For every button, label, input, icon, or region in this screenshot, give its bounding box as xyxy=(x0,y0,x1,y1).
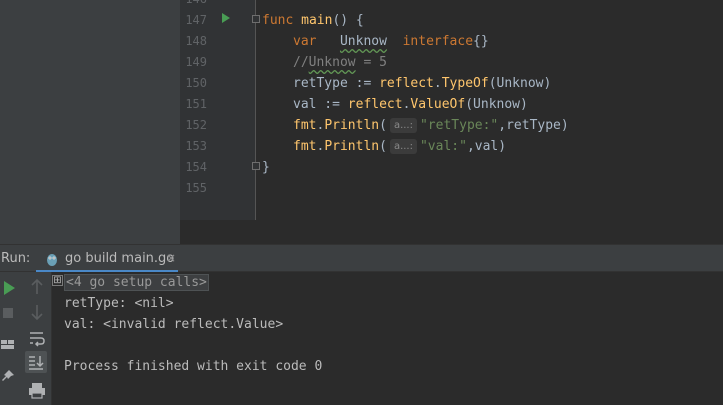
close-tab-icon[interactable]: × xyxy=(166,251,176,265)
code-token: . xyxy=(433,76,442,91)
code-line-148[interactable]: var Unknow interface{} xyxy=(293,31,489,52)
fold-marker-icon[interactable] xyxy=(252,162,260,170)
line-number: 150 xyxy=(185,76,207,90)
code-token: = 5 xyxy=(355,55,387,70)
arrow-up-icon[interactable] xyxy=(27,277,47,297)
soft-wrap-icon[interactable] xyxy=(27,328,47,348)
line-number: 146 xyxy=(180,0,207,10)
editor-scroll-area xyxy=(180,220,723,244)
line-number: 153 xyxy=(185,139,207,153)
code-line-151[interactable]: val := reflect.ValueOf(Unknow) xyxy=(293,94,528,115)
gutter-divider xyxy=(255,0,256,220)
run-toolbar xyxy=(0,272,20,405)
code-token: interface xyxy=(402,34,474,49)
code-token: (Unknow) xyxy=(465,97,528,112)
console-line: <4 go setup calls> xyxy=(64,272,209,293)
code-token: "val:" xyxy=(419,139,467,154)
console-line: val: <invalid reflect.Value> xyxy=(64,317,284,332)
console-toolbar xyxy=(20,272,52,405)
code-token: TypeOf xyxy=(441,76,489,91)
code-token: ,val) xyxy=(466,139,507,154)
run-gutter-icon[interactable] xyxy=(222,13,230,23)
code-token: ( xyxy=(379,139,387,154)
console-line: Process finished with exit code 0 xyxy=(64,359,323,374)
code-token: fmt xyxy=(293,118,317,133)
pin-icon[interactable] xyxy=(0,367,20,387)
line-number: 149 xyxy=(185,55,207,69)
line-number: 154 xyxy=(185,160,207,174)
code-token: var xyxy=(293,34,317,49)
code-token: Println xyxy=(324,118,380,133)
scroll-to-end-icon[interactable] xyxy=(26,352,46,372)
run-tab-title: go build main.go xyxy=(65,251,175,266)
code-line-149[interactable]: //Unknow = 5 xyxy=(293,52,387,73)
console-line: retType: <nil> xyxy=(64,296,174,311)
arrow-down-icon[interactable] xyxy=(27,302,47,322)
code-token: Println xyxy=(324,139,380,154)
gopher-icon xyxy=(47,254,57,266)
run-window-header: Run: go build main.go × xyxy=(0,244,723,273)
layout-icon[interactable] xyxy=(0,334,20,354)
project-panel xyxy=(0,0,180,244)
code-token: () { xyxy=(332,13,364,28)
play-icon[interactable] xyxy=(0,278,20,298)
code-line-153[interactable]: fmt.Println(a...: "val:",val) xyxy=(293,136,506,157)
code-token: main xyxy=(301,13,333,28)
code-token: } xyxy=(262,160,270,175)
code-token: ,retType) xyxy=(498,118,569,133)
code-token: Unknow xyxy=(339,34,387,49)
line-number: 148 xyxy=(185,34,207,48)
folded-setup-calls[interactable]: <4 go setup calls> xyxy=(64,274,209,291)
code-token: ( xyxy=(379,118,387,133)
code-token: val := xyxy=(293,97,348,112)
parameter-hint: a...: xyxy=(389,118,417,133)
code-token: {} xyxy=(473,34,489,49)
code-token: func xyxy=(262,13,294,28)
expand-folded-icon[interactable]: ⊞ xyxy=(52,275,63,286)
code-token: Unknow xyxy=(308,55,356,70)
code-line-154[interactable]: } xyxy=(262,157,270,178)
stop-icon[interactable] xyxy=(0,303,20,323)
line-number: 147 xyxy=(185,13,207,27)
code-token: (Unknow) xyxy=(488,76,552,91)
print-icon[interactable] xyxy=(27,380,47,400)
line-number: 155 xyxy=(185,181,207,195)
line-number: 151 xyxy=(185,97,207,111)
code-token: reflect xyxy=(379,76,434,91)
code-line-150[interactable]: retType := reflect.TypeOf(Unknow) xyxy=(293,73,551,94)
code-token: "retType:" xyxy=(419,118,499,133)
code-token: reflect xyxy=(347,97,403,112)
code-line-147[interactable]: func main() { xyxy=(262,10,364,31)
code-token: ValueOf xyxy=(410,97,466,112)
code-token: // xyxy=(293,55,309,70)
fold-marker-icon[interactable] xyxy=(252,15,260,23)
code-token: retType := xyxy=(293,76,380,91)
line-number: 152 xyxy=(185,118,207,132)
code-line-152[interactable]: fmt.Println(a...: "retType:",retType) xyxy=(293,115,569,136)
code-token: fmt xyxy=(293,139,317,154)
parameter-hint: a...: xyxy=(389,139,417,154)
run-label: Run: xyxy=(1,251,31,266)
